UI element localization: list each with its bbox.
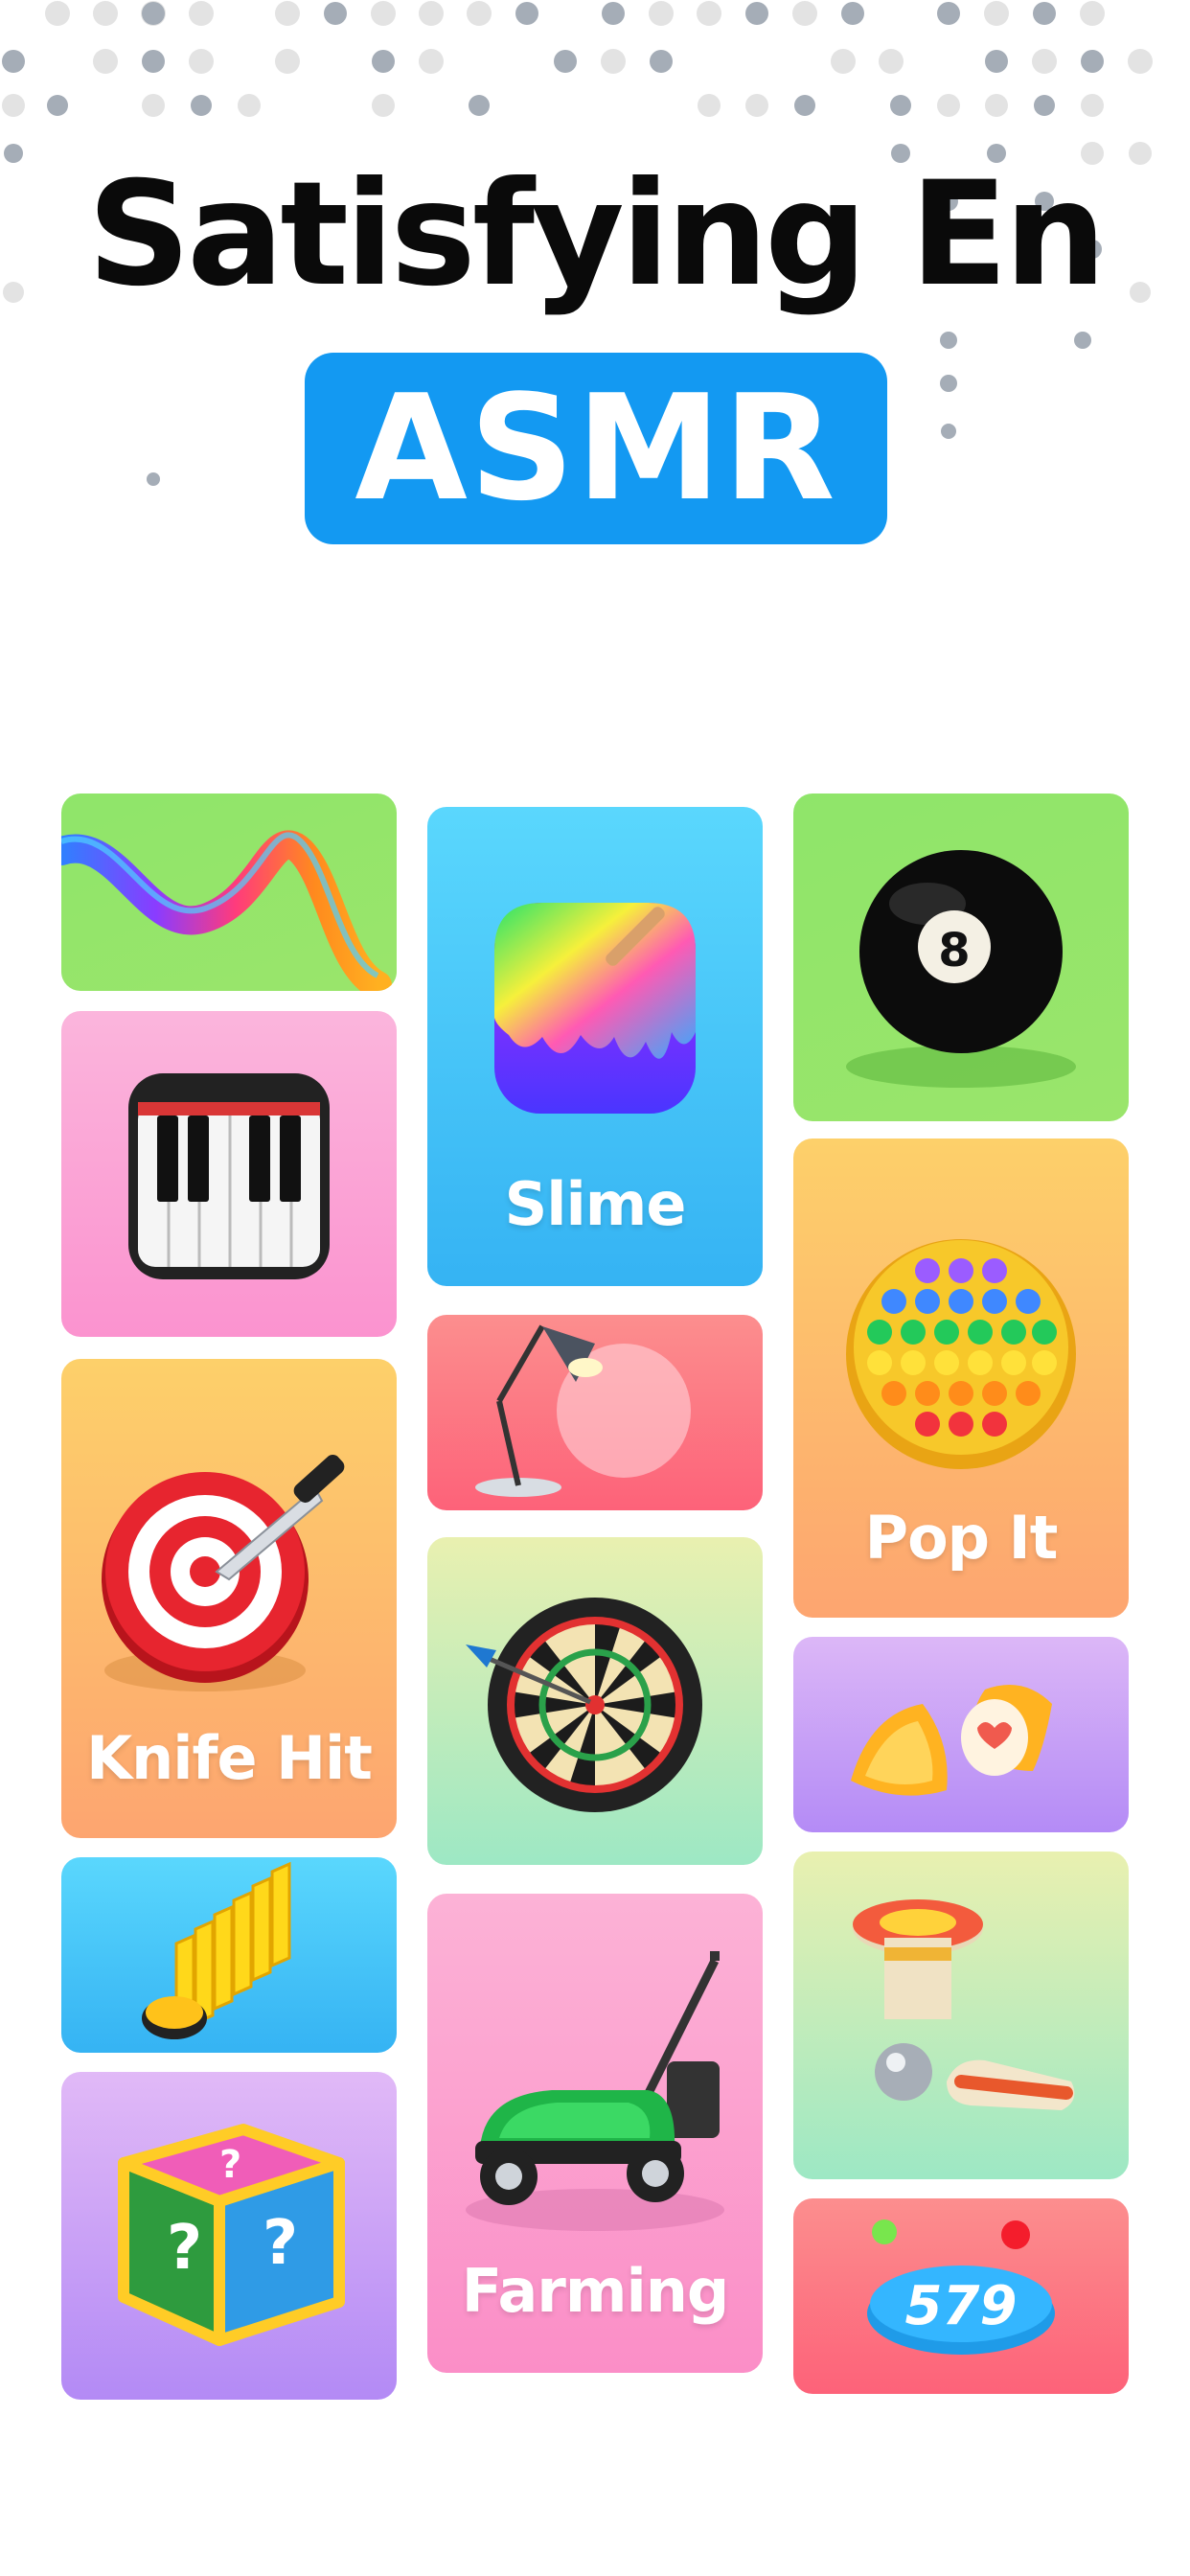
score-value: 579 <box>904 2275 1018 2337</box>
tile-label: Slime <box>504 1169 687 1239</box>
mystery-box-icon: ? ? ? <box>118 2124 345 2346</box>
game-tile-farming[interactable]: Farming <box>427 1894 763 2373</box>
game-tile-pop-it[interactable]: Pop It <box>793 1138 1129 1618</box>
svg-text:?: ? <box>263 2208 298 2279</box>
page-title: Satisfying En <box>87 151 1107 318</box>
dartboard-icon <box>466 1598 702 1812</box>
desk-lamp-icon <box>475 1324 691 1497</box>
piano-icon <box>128 1073 330 1279</box>
game-tile-score-ball[interactable]: 579 <box>793 2198 1129 2394</box>
game-tile-darts[interactable] <box>427 1537 763 1865</box>
game-tile-domino[interactable] <box>61 1857 397 2053</box>
svg-text:8: 8 <box>938 924 970 978</box>
tile-label: Farming <box>461 2256 730 2326</box>
egg-heart-icon <box>851 1685 1052 1796</box>
ribbon-icon <box>61 830 392 991</box>
game-tile-egg[interactable] <box>793 1637 1129 1832</box>
game-tile-piano[interactable] <box>61 1011 397 1337</box>
pinball-icon <box>853 1899 1075 2110</box>
game-tile-lamp[interactable] <box>427 1315 763 1510</box>
tile-label: Knife Hit <box>86 1723 373 1793</box>
game-tile-mystery-box[interactable]: ? ? ? <box>61 2072 397 2400</box>
svg-text:?: ? <box>167 2213 202 2284</box>
game-tile-slime[interactable]: Slime <box>427 807 763 1286</box>
eight-ball-icon: 8 <box>846 850 1076 1088</box>
tile-label: Pop It <box>864 1503 1059 1573</box>
game-tile-knife-hit[interactable]: Knife Hit <box>61 1359 397 1838</box>
svg-text:?: ? <box>219 2143 241 2187</box>
game-tile-eight-ball[interactable]: 8 <box>793 794 1129 1121</box>
game-tile-ribbon[interactable] <box>61 794 397 991</box>
asmr-badge: ASMR <box>305 353 887 544</box>
domino-icon <box>142 1861 291 2040</box>
asmr-badge-label: ASMR <box>355 363 837 533</box>
game-tile-pinball[interactable] <box>793 1852 1129 2179</box>
